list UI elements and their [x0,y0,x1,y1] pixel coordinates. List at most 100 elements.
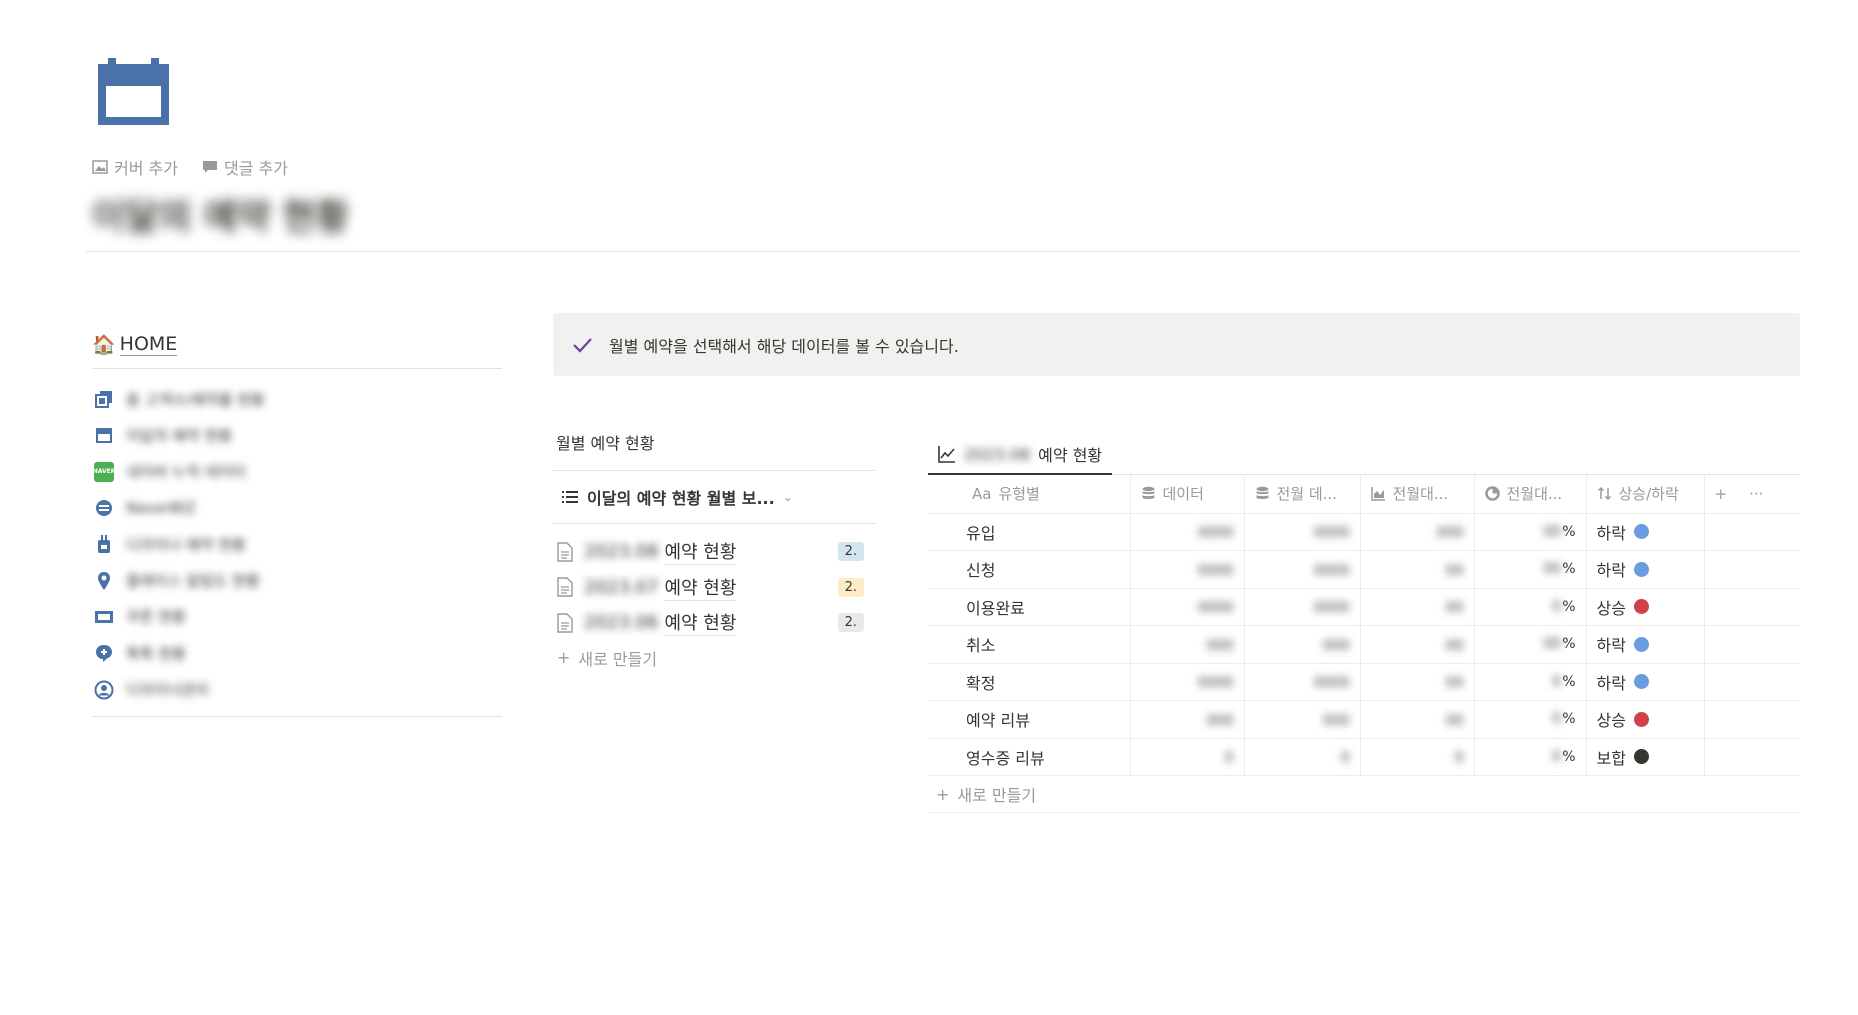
nav-label: 네이버 누적 데이터 [126,463,246,482]
row-name[interactable]: 유입 [928,513,1130,551]
nav-item-monthly[interactable]: 이달의 예약 현황 [92,417,502,453]
more-icon[interactable]: ··· [1749,485,1763,503]
cell-data[interactable]: 0 [1129,738,1244,776]
nav-item-talk[interactable]: 톡톡 현황 [92,635,502,671]
nav-item-place[interactable]: 플레이스 알림도 현황 [92,562,502,598]
cell-value: 0 [1552,748,1562,765]
view-selector[interactable]: 이달의 예약 현황 월별 보... ⌄ [553,471,876,523]
cell-value: 0 [1552,598,1562,615]
status-label: 하락 [1596,636,1626,656]
page-title[interactable]: 이달의 예약 현황 [92,188,349,240]
nav-item-naver-data[interactable]: NAVER 네이버 누적 데이터 [92,454,502,490]
cell-status[interactable]: 상승 [1585,700,1704,739]
cell-empty [1703,663,1800,701]
nav-item-designer[interactable]: 디자이너 예약 현황 [92,526,502,562]
tab-table-view[interactable]: 2023.08 예약 현황 [928,435,1113,475]
cell-prev[interactable]: 0000 [1243,588,1360,626]
add-column-icon[interactable]: + [1715,485,1728,503]
row-name[interactable]: 예약 리뷰 [928,700,1130,739]
cell-diff[interactable]: 00 [1359,625,1474,664]
table-row[interactable]: 예약 리뷰 000 000 00 0% 상승 [928,700,1800,739]
calendar-icon[interactable] [98,58,169,125]
cell-prev[interactable]: 000 [1243,700,1360,739]
list-item[interactable]: 2023.08 예약 현황 2. [553,534,876,570]
cell-value: 0 [1552,673,1562,690]
nav-item-naverbiz[interactable]: NaverBIZ [92,490,502,526]
column-header[interactable]: 데이터 [1129,475,1244,514]
cell-prev[interactable]: 0000 [1243,550,1360,589]
nav-label: 총 고객수/예약률 현황 [126,390,265,409]
row-name[interactable]: 신청 [928,550,1130,589]
column-header[interactable]: 전월 데... [1243,475,1360,514]
cell-pct[interactable]: 0% [1473,738,1586,776]
status-dot [1633,711,1649,727]
table-row[interactable]: 확정 0000 0000 00 0% 하락 [928,663,1800,701]
cell-prev[interactable]: 0000 [1243,663,1360,701]
cell-pct[interactable]: 0% [1473,700,1586,739]
cell-data[interactable]: 0000 [1129,663,1244,701]
add-comment-button[interactable]: 댓글 추가 [202,155,288,179]
new-row-button[interactable]: + 새로 만들기 [928,776,1800,813]
cell-pct[interactable]: 0% [1473,588,1586,626]
cell-status[interactable]: 하락 [1585,550,1704,589]
cell-empty [1703,550,1800,589]
nav-label: NaverBIZ [126,499,196,518]
cell-pct[interactable]: 0% [1473,663,1586,701]
status-label: 보합 [1596,748,1626,768]
row-name[interactable]: 이용완료 [928,588,1130,626]
cell-status[interactable]: 보합 [1585,738,1704,776]
page-icon [557,542,573,562]
table-row[interactable]: 신청 0000 0000 00 00% 하락 [928,550,1800,589]
add-cover-button[interactable]: 커버 추가 [92,155,178,179]
column-label: 전월대... [1506,485,1563,504]
cell-pct[interactable]: 00% [1473,513,1586,551]
cell-prev[interactable]: 0 [1243,738,1360,776]
comment-icon [202,161,217,173]
cell-diff[interactable]: 00 [1359,663,1474,701]
list-item[interactable]: 2023.06 예약 현황 2. [553,605,876,641]
column-header[interactable]: Aa 유형별 [928,475,1130,514]
cell-diff[interactable]: 0 [1359,738,1474,776]
data-table: Aa 유형별 데이터 전월 데... 전월대... 전월대... 상승/하락 + ·… [928,475,1800,776]
cell-data[interactable]: 0000 [1129,513,1244,551]
cell-value: 0000 [1197,600,1234,617]
cell-data[interactable]: 0000 [1129,588,1244,626]
row-name[interactable]: 취소 [928,625,1130,664]
new-page-button[interactable]: + 새로 만들기 [553,641,876,675]
user-circle-icon [94,680,114,700]
cell-data[interactable]: 000 [1129,625,1244,664]
cell-data[interactable]: 0000 [1129,550,1244,589]
cell-diff[interactable]: 00 [1359,588,1474,626]
column-header[interactable]: 전월대... [1359,475,1474,514]
table-row[interactable]: 이용완료 0000 0000 00 0% 상승 [928,588,1800,626]
cell-pct[interactable]: 00% [1473,550,1586,589]
table-row[interactable]: 영수증 리뷰 0 0 0 0% 보합 [928,738,1800,776]
cell-status[interactable]: 하락 [1585,625,1704,664]
cell-diff[interactable]: 00 [1359,550,1474,589]
doc-name: 예약 현황 [664,574,737,601]
cell-prev[interactable]: 0000 [1243,513,1360,551]
column-header[interactable]: 전월대... [1473,475,1586,514]
chart-icon [1370,487,1385,501]
cell-data[interactable]: 000 [1129,700,1244,739]
row-name[interactable]: 영수증 리뷰 [928,738,1130,776]
nav-item-designer-mgmt[interactable]: 디자이너관리 [92,671,502,707]
cell-diff[interactable]: 00 [1359,700,1474,739]
table-row[interactable]: 유입 0000 0000 000 00% 하락 [928,513,1800,551]
nav-item-coupon[interactable]: 쿠폰 현황 [92,599,502,635]
status-dot [1633,749,1649,765]
status-dot [1633,599,1649,615]
database-title[interactable]: 월별 예약 현황 [553,430,876,460]
cell-pct[interactable]: 00% [1473,625,1586,664]
cell-status[interactable]: 상승 [1585,588,1704,626]
table-row[interactable]: 취소 000 000 00 00% 하락 [928,625,1800,664]
cell-diff[interactable]: 000 [1359,513,1474,551]
column-header[interactable]: 상승/하락 [1585,475,1704,514]
cell-status[interactable]: 하락 [1585,663,1704,701]
nav-item-customers[interactable]: 총 고객수/예약률 현황 [92,381,502,417]
home-link[interactable]: 🏠 HOME [92,333,502,362]
cell-status[interactable]: 하락 [1585,513,1704,551]
list-item[interactable]: 2023.07 예약 현황 2. [553,570,876,606]
row-name[interactable]: 확정 [928,663,1130,701]
cell-prev[interactable]: 000 [1243,625,1360,664]
